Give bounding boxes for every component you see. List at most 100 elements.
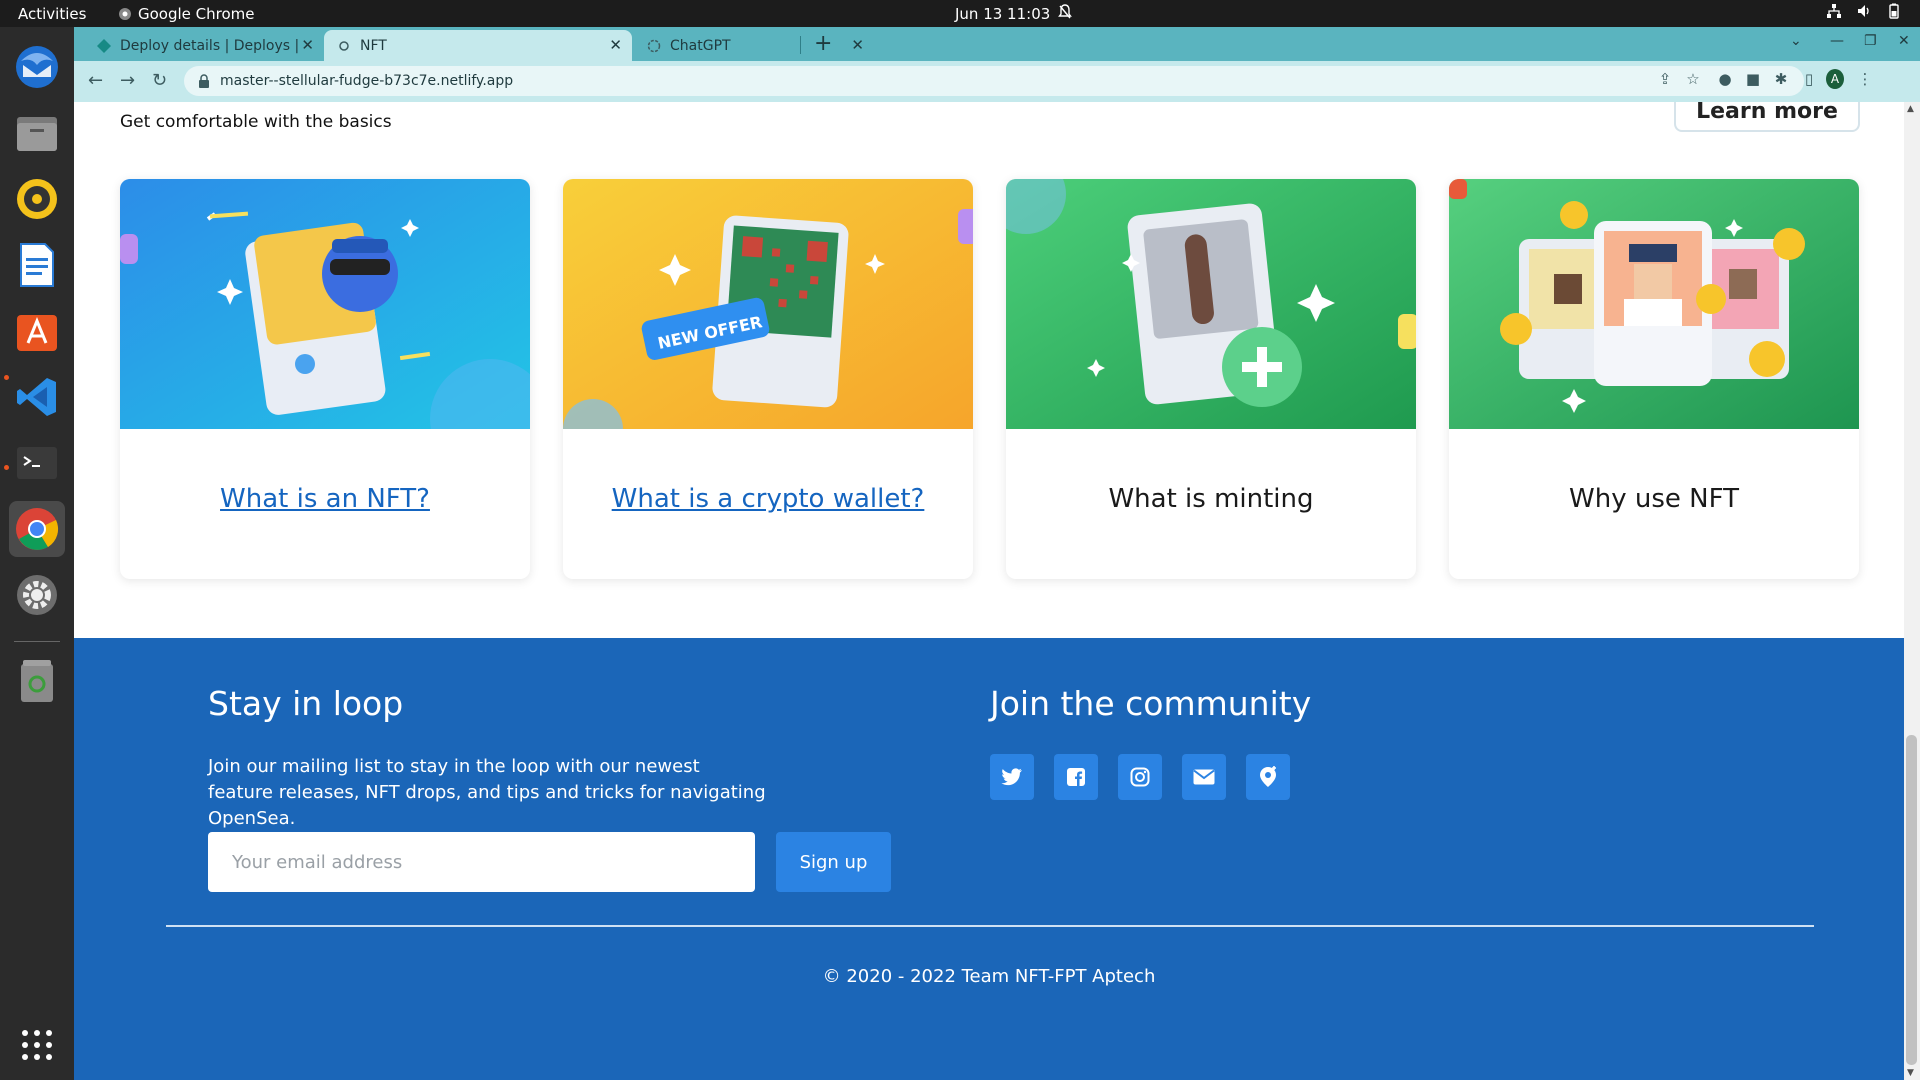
- dock-chrome[interactable]: [9, 501, 65, 557]
- tab-strip: Deploy details | Deploys | ✕ NFT ✕ ChatG…: [74, 27, 1920, 61]
- chrome-icon: [16, 508, 59, 550]
- forward-arrow-icon[interactable]: →: [120, 70, 135, 91]
- chrome-menu-icon[interactable]: ⋮: [1856, 70, 1874, 88]
- tab-nft[interactable]: NFT ✕: [324, 30, 632, 61]
- tab-label: NFT: [360, 37, 387, 54]
- system-tray[interactable]: [1826, 3, 1902, 19]
- rhythmbox-icon: [17, 179, 57, 219]
- browser-toolbar: ← → ↻ master--stellular-fudge-b73c7e.net…: [74, 61, 1920, 102]
- dock-software[interactable]: [9, 303, 65, 359]
- twitter-icon[interactable]: [990, 754, 1034, 800]
- dock-thunderbird[interactable]: [9, 39, 65, 95]
- close-tab-icon[interactable]: ✕: [301, 36, 314, 54]
- email-icon[interactable]: [1182, 754, 1226, 800]
- side-panel-icon[interactable]: ▯: [1800, 70, 1818, 88]
- tab-chatgpt[interactable]: ChatGPT ✕: [634, 30, 874, 61]
- crypto-wallet-illustration: NEW OFFER: [563, 179, 973, 429]
- thunderbird-icon: [16, 46, 58, 88]
- libreoffice-writer-icon: [20, 243, 54, 287]
- clock[interactable]: Jun 13 11:03: [955, 5, 1050, 23]
- app-grid-icon: [22, 1030, 52, 1060]
- files-icon: [17, 117, 57, 151]
- dock-separator: [14, 641, 60, 642]
- system-top-bar: Activities Google Chrome Jun 13 11:03: [0, 0, 1920, 27]
- card-crypto-wallet[interactable]: NEW OFFER What is a crypto wallet?: [563, 179, 973, 579]
- network-icon[interactable]: [1826, 3, 1842, 19]
- copyright-text: © 2020 - 2022 Team NFT-FPT Aptech: [822, 966, 1156, 987]
- netlify-icon: [96, 38, 112, 54]
- activities-button[interactable]: Activities: [18, 5, 86, 23]
- dock-terminal[interactable]: [9, 435, 65, 491]
- ubuntu-software-icon: [17, 315, 57, 351]
- tab-label: ChatGPT: [670, 37, 731, 54]
- app-menu[interactable]: Google Chrome: [118, 5, 255, 23]
- volume-icon[interactable]: [1856, 3, 1872, 19]
- tab-deploy-details[interactable]: Deploy details | Deploys | ✕: [84, 30, 324, 61]
- new-tab-icon[interactable]: +: [814, 31, 832, 56]
- chatgpt-icon: [646, 38, 662, 54]
- nft-card-illustration: [120, 179, 530, 429]
- share-icon[interactable]: ⇪: [1656, 70, 1674, 88]
- email-input[interactable]: [208, 832, 755, 892]
- microphone-extension-icon[interactable]: ●: [1716, 70, 1734, 88]
- nft-favicon-icon: [336, 38, 352, 54]
- extension-square-icon[interactable]: ■: [1744, 70, 1762, 88]
- scroll-down-icon[interactable]: ▼: [1907, 1068, 1914, 1078]
- dock-show-apps[interactable]: [9, 1017, 65, 1073]
- sign-up-button[interactable]: Sign up: [776, 832, 891, 892]
- url-text[interactable]: master--stellular-fudge-b73c7e.netlify.a…: [220, 73, 513, 89]
- footer-divider: [166, 925, 1814, 927]
- stay-in-loop-heading: Stay in loop: [208, 684, 404, 723]
- instagram-icon[interactable]: [1118, 754, 1162, 800]
- vscode-icon: [17, 378, 56, 416]
- back-arrow-icon[interactable]: ←: [88, 70, 103, 91]
- running-indicator: [4, 465, 9, 470]
- card-title: Why use NFT: [1569, 484, 1739, 514]
- tab-search-chevron-icon[interactable]: ⌄: [1790, 33, 1802, 49]
- web-page: Get comfortable with the basics Learn mo…: [74, 102, 1904, 1080]
- tab-separator: [800, 36, 801, 54]
- minimize-icon[interactable]: —: [1830, 33, 1844, 49]
- settings-gear-icon: [17, 575, 57, 615]
- close-tab-icon[interactable]: ✕: [609, 36, 622, 54]
- profile-avatar[interactable]: A: [1826, 69, 1844, 89]
- browser-window-chrome: Deploy details | Deploys | ✕ NFT ✕ ChatG…: [74, 27, 1920, 102]
- dock-trash[interactable]: [9, 653, 65, 709]
- minting-illustration: [1006, 179, 1416, 429]
- card-title-link[interactable]: What is an NFT?: [120, 484, 530, 514]
- dock-vscode[interactable]: [9, 369, 65, 425]
- restore-icon[interactable]: ❐: [1864, 33, 1877, 49]
- dock-rhythmbox[interactable]: [9, 171, 65, 227]
- facebook-icon[interactable]: [1054, 754, 1098, 800]
- card-why-use-nft[interactable]: Why use NFT: [1449, 179, 1859, 579]
- card-title-link[interactable]: What is a crypto wallet?: [563, 484, 973, 514]
- dock-files[interactable]: [9, 105, 65, 161]
- card-minting[interactable]: What is minting: [1006, 179, 1416, 579]
- chrome-small-icon: [119, 8, 131, 20]
- card-what-is-nft[interactable]: What is an NFT?: [120, 179, 530, 579]
- footer: Stay in loop Join our mailing list to st…: [74, 638, 1904, 1080]
- battery-icon[interactable]: [1886, 3, 1902, 19]
- close-tab-icon[interactable]: ✕: [851, 36, 864, 54]
- scrollbar-thumb[interactable]: [1906, 735, 1917, 1065]
- puzzle-extensions-icon[interactable]: ✱: [1772, 70, 1790, 88]
- lock-icon[interactable]: [198, 74, 210, 88]
- scroll-up-icon[interactable]: ▲: [1907, 104, 1914, 114]
- why-nft-illustration: [1449, 179, 1859, 429]
- dock-writer[interactable]: [9, 237, 65, 293]
- reload-icon[interactable]: ↻: [152, 70, 167, 91]
- learn-more-button[interactable]: Learn more: [1674, 102, 1860, 132]
- address-bar[interactable]: master--stellular-fudge-b73c7e.netlify.a…: [184, 66, 1804, 96]
- basics-heading: Get comfortable with the basics: [120, 112, 392, 132]
- trash-icon: [21, 660, 53, 702]
- dock: [0, 27, 74, 1080]
- dock-settings[interactable]: [9, 567, 65, 623]
- close-window-icon[interactable]: ✕: [1898, 33, 1910, 49]
- mailing-list-description: Join our mailing list to stay in the loo…: [208, 756, 766, 829]
- terminal-icon: [17, 447, 57, 479]
- bookmark-star-icon[interactable]: ☆: [1684, 70, 1702, 88]
- notification-bell-icon[interactable]: [1058, 4, 1072, 24]
- app-name-label: Google Chrome: [138, 5, 255, 23]
- card-title: What is minting: [1108, 484, 1314, 514]
- location-icon[interactable]: [1246, 754, 1290, 800]
